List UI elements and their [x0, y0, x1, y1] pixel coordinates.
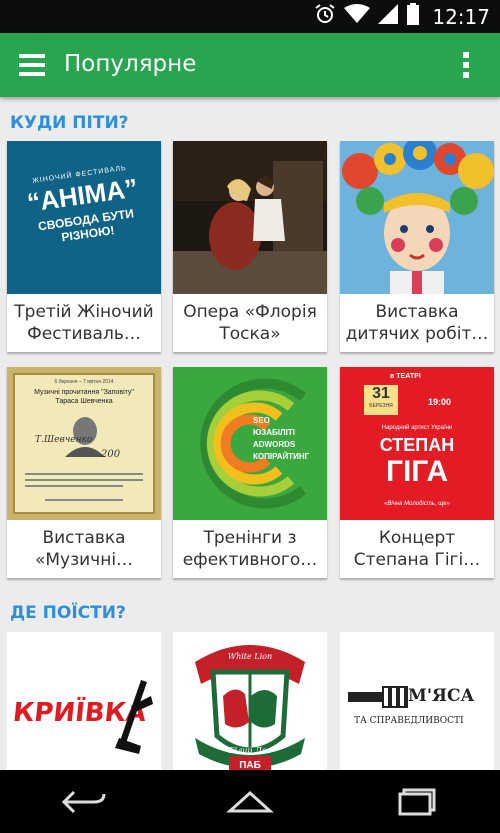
status-time: 12:17 — [432, 4, 490, 29]
event-card-label: Третій Жіночий Фестиваль… — [14, 302, 154, 344]
event-card[interactable]: в ТЕАТРІ 31 БЕРЕЗНЯ 19:00 Народний артис… — [340, 367, 494, 578]
back-icon[interactable] — [48, 777, 118, 827]
recents-icon[interactable] — [382, 777, 452, 827]
poster-text: «Вічна Молодість, ще» — [384, 501, 450, 507]
app-bar: Популярне — [0, 33, 500, 97]
poster-text: 19:00 — [428, 397, 452, 407]
poster-text: КОПІРАЙТИНГ — [253, 452, 310, 461]
event-card-label: Виставка «Музичні… — [34, 528, 134, 570]
event-card-label: Концерт Степана Гігі… — [353, 528, 481, 570]
more-vert-icon[interactable] — [454, 47, 478, 83]
section-title-where-to-eat: ДЕ ПОЇСТИ? — [10, 603, 126, 623]
alarm-icon — [314, 3, 336, 30]
opera-photo — [173, 141, 327, 294]
restaurant-card[interactable]: КРИЇВКА — [7, 632, 161, 770]
poster-text: 31 — [372, 385, 390, 402]
poster-text: Т.Шевченко — [35, 435, 93, 445]
wifi-icon — [344, 4, 371, 29]
poster-text: БЕРЕЗНЯ — [369, 403, 393, 409]
signal-icon — [378, 4, 399, 29]
section-title-where-to-go: КУДИ ПІТИ? — [10, 113, 129, 133]
poster-text: в ТЕАТРІ — [390, 373, 421, 380]
poster-text: Народний артист України — [381, 425, 453, 431]
event-poster: в ТЕАТРІ 31 БЕРЕЗНЯ 19:00 Народний артис… — [340, 367, 494, 520]
event-card-label: Опера «Флорія Тоска» — [183, 302, 317, 344]
restaurant-logo-text: ПАБ — [239, 760, 261, 770]
hamburger-icon[interactable] — [14, 47, 50, 83]
event-card[interactable]: 6 березня – 7 квітня 2014 Музичні прочит… — [7, 367, 161, 578]
event-card-label: Виставка дитячих робіт… — [345, 302, 489, 344]
event-card[interactable]: Виставка дитячих робіт… — [340, 141, 494, 352]
poster-text: ADWORDS — [253, 440, 296, 449]
poster-text: Тараса Шевченка — [55, 398, 113, 405]
status-bar: 12:17 — [0, 0, 500, 33]
event-poster: ЖІНОЧИЙ ФЕСТИВАЛЬ “АНІМА” СВОБОДА БУТИ Р… — [7, 141, 161, 294]
content-scroll[interactable]: КУДИ ПІТИ? ЖІНОЧИЙ ФЕСТИВАЛЬ “АНІМА” СВО… — [0, 97, 500, 770]
poster-text: ГІГА — [385, 455, 449, 488]
event-card[interactable]: Опера «Флорія Тоска» — [173, 141, 327, 352]
restaurant-logo-text: ТА СПРАВЕДЛИВОСТІ — [354, 716, 464, 726]
poster-text: ЮЗАБІЛІТІ — [253, 428, 295, 437]
event-card[interactable]: ЖІНОЧИЙ ФЕСТИВАЛЬ “АНІМА” СВОБОДА БУТИ Р… — [7, 141, 161, 352]
restaurant-card[interactable]: White Lion Білий Лев ПАБ — [173, 632, 327, 770]
event-poster: SEO ЮЗАБІЛІТІ ADWORDS КОПІРАЙТИНГ — [173, 367, 327, 520]
battery-icon — [406, 3, 420, 30]
event-poster: 6 березня – 7 квітня 2014 Музичні прочит… — [7, 367, 161, 520]
restaurant-card[interactable]: М'ЯСА ТА СПРАВЕДЛИВОСТІ — [340, 632, 494, 770]
children-drawing — [340, 141, 494, 294]
event-card[interactable]: SEO ЮЗАБІЛІТІ ADWORDS КОПІРАЙТИНГ Тренін… — [173, 367, 327, 578]
poster-text: СТЕПАН — [379, 435, 455, 455]
poster-text: Музичні прочитання "Заповіту" — [34, 389, 134, 396]
page-title: Популярне — [64, 51, 197, 77]
event-card-label: Тренінги з ефективного… — [182, 528, 318, 570]
poster-text: 200 — [101, 449, 121, 460]
poster-text: SEO — [253, 416, 270, 425]
restaurant-logo-text: White Lion — [227, 652, 273, 661]
restaurant-logo-text: Білий Лев — [228, 746, 272, 755]
restaurant-logo-text: М'ЯСА — [408, 686, 475, 706]
home-icon[interactable] — [215, 777, 285, 827]
system-nav-bar — [0, 770, 500, 833]
poster-text: 6 березня – 7 квітня 2014 — [54, 379, 114, 385]
